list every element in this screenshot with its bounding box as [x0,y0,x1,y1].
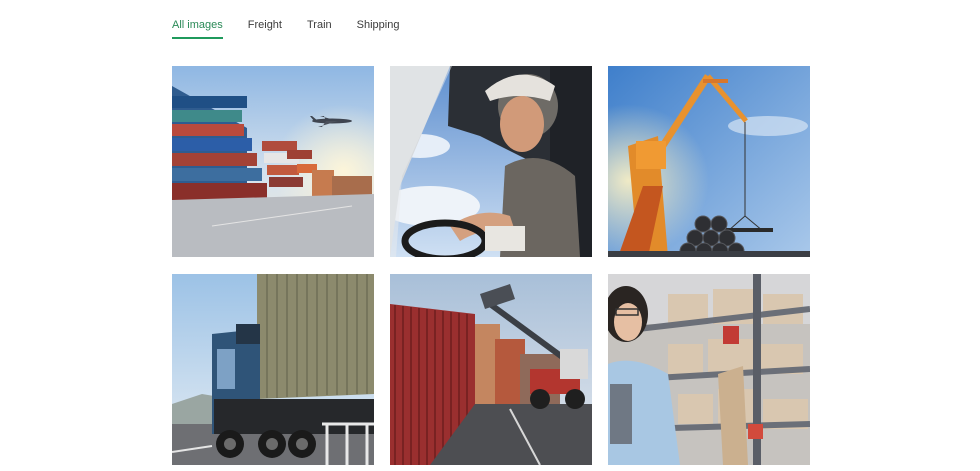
gallery-image-container-truck[interactable] [172,274,374,465]
tab-all-images[interactable]: All images [172,19,223,39]
gallery-image-port-crane[interactable] [608,66,810,257]
tab-freight[interactable]: Freight [248,19,282,39]
gallery-image-warehouse-worker[interactable] [608,274,810,465]
image-gallery [172,66,810,465]
gallery-image-containers-airplane[interactable] [172,66,374,257]
gallery-image-container-yard[interactable] [390,274,592,465]
gallery-filter-tabs: All images Freight Train Shipping [172,19,424,39]
tab-train[interactable]: Train [307,19,332,39]
tab-shipping[interactable]: Shipping [357,19,400,39]
gallery-image-truck-driver[interactable] [390,66,592,257]
